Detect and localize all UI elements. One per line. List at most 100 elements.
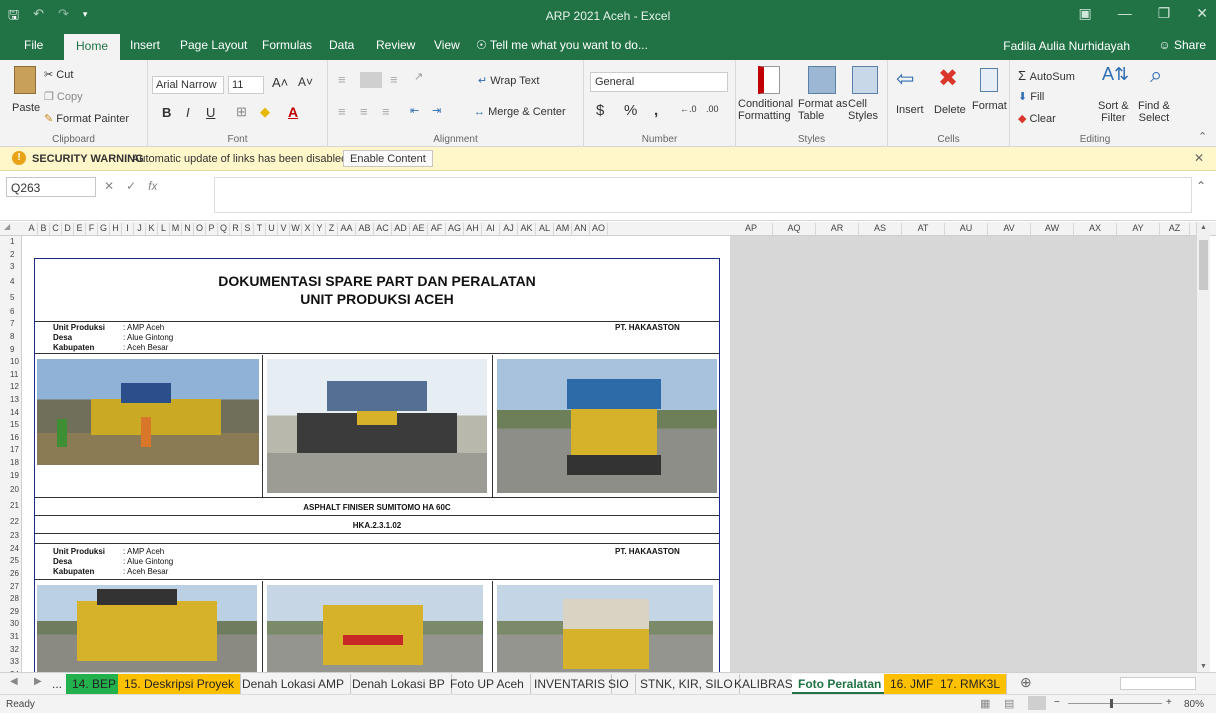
grow-font-icon[interactable]: A˄ xyxy=(272,75,288,90)
row-header[interactable]: 29 xyxy=(0,606,21,619)
column-header[interactable]: R xyxy=(230,223,242,235)
row-header[interactable]: 28 xyxy=(0,593,21,606)
decrease-indent-icon[interactable]: ⇤ xyxy=(410,104,419,117)
zoom-in-icon[interactable]: + xyxy=(1166,697,1172,708)
column-header[interactable]: AU xyxy=(945,223,988,235)
row-header[interactable]: 23 xyxy=(0,530,21,543)
increase-indent-icon[interactable]: ⇥ xyxy=(432,104,441,117)
column-header[interactable]: AA xyxy=(338,223,356,235)
cut-button[interactable]: ✂ Cut xyxy=(44,68,73,81)
row-header[interactable]: 15 xyxy=(0,419,21,432)
column-header[interactable]: G xyxy=(98,223,110,235)
paste-icon[interactable] xyxy=(14,66,36,94)
orientation-icon[interactable]: ↗ xyxy=(414,70,423,83)
row-header[interactable]: 27 xyxy=(0,581,21,594)
row-header[interactable]: 20 xyxy=(0,482,21,498)
column-header[interactable]: AY xyxy=(1117,223,1160,235)
row-header[interactable]: 6 xyxy=(0,306,21,319)
sheet-tab-sio[interactable]: SIO xyxy=(602,674,636,694)
row-header[interactable]: 10 xyxy=(0,356,21,369)
column-header[interactable]: H xyxy=(110,223,122,235)
shrink-font-icon[interactable]: A˅ xyxy=(298,75,313,89)
column-header[interactable]: O xyxy=(194,223,206,235)
column-header[interactable]: Y xyxy=(314,223,326,235)
increase-decimal-icon[interactable]: ←.0 xyxy=(680,104,697,114)
merge-center-button[interactable]: ↔ Merge & Center xyxy=(474,106,566,118)
align-bottom-icon[interactable]: ≡ xyxy=(390,72,398,87)
share-button[interactable]: ☺ Share xyxy=(1158,38,1206,52)
row-header[interactable]: 19 xyxy=(0,470,21,483)
column-header[interactable]: AM xyxy=(554,223,572,235)
column-header[interactable]: AV xyxy=(988,223,1031,235)
column-header[interactable]: P xyxy=(206,223,218,235)
column-header[interactable]: AH xyxy=(464,223,482,235)
column-header[interactable]: D xyxy=(62,223,74,235)
align-right-icon[interactable]: ≡ xyxy=(382,104,390,119)
row-header[interactable]: 31 xyxy=(0,631,21,644)
clear-button[interactable]: ◆ Clear xyxy=(1018,112,1056,125)
row-header[interactable]: 32 xyxy=(0,644,21,657)
column-header[interactable]: F xyxy=(86,223,98,235)
column-header[interactable]: AN xyxy=(572,223,590,235)
horizontal-scrollbar[interactable] xyxy=(1120,677,1196,690)
column-header[interactable]: J xyxy=(134,223,146,235)
zoom-out-icon[interactable]: − xyxy=(1054,697,1060,708)
column-header[interactable]: AL xyxy=(536,223,554,235)
scroll-thumb[interactable] xyxy=(1199,240,1208,290)
row-header[interactable]: 18 xyxy=(0,457,21,470)
row-header[interactable]: 26 xyxy=(0,568,21,581)
column-header[interactable]: Q xyxy=(218,223,230,235)
column-header[interactable]: T xyxy=(254,223,266,235)
align-middle-icon[interactable] xyxy=(360,72,382,88)
tab-page-layout[interactable]: Page Layout xyxy=(180,38,247,52)
column-header[interactable]: AJ xyxy=(500,223,518,235)
sheet-tab-bep[interactable]: 14. BEP xyxy=(66,674,124,694)
column-header[interactable]: AF xyxy=(428,223,446,235)
column-header[interactable]: S xyxy=(242,223,254,235)
column-header[interactable]: AW xyxy=(1031,223,1074,235)
enable-content-button[interactable]: Enable Content xyxy=(343,150,433,167)
close-icon[interactable]: ✕ xyxy=(1196,5,1208,22)
paste-button[interactable]: Paste xyxy=(12,102,40,114)
row-header[interactable]: 8 xyxy=(0,331,21,344)
column-header[interactable]: AR xyxy=(816,223,859,235)
insert-button[interactable]: Insert xyxy=(896,104,924,116)
select-all-icon[interactable]: ◢ xyxy=(4,222,10,231)
fill-color-icon[interactable]: ◆ xyxy=(260,104,270,120)
format-button[interactable]: Format xyxy=(972,100,1007,112)
tab-insert[interactable]: Insert xyxy=(130,38,160,52)
font-family-select[interactable]: Arial Narrow xyxy=(152,76,224,94)
row-header[interactable]: 1 xyxy=(0,236,21,249)
sheet-tab-denah-lokasi-bp[interactable]: Denah Lokasi BP xyxy=(346,674,452,694)
ribbon-display-icon[interactable]: ▣ xyxy=(1078,5,1091,22)
delete-button[interactable]: Delete xyxy=(934,104,966,116)
font-size-select[interactable]: 11 xyxy=(228,76,264,94)
row-header[interactable]: 3 xyxy=(0,261,21,274)
normal-view-icon[interactable]: ▦ xyxy=(980,697,990,710)
currency-icon[interactable]: $ xyxy=(596,102,604,119)
copy-button[interactable]: ❐ Copy xyxy=(44,90,83,103)
column-header[interactable]: N xyxy=(182,223,194,235)
align-center-icon[interactable]: ≡ xyxy=(360,104,368,119)
sheet-tab-inventaris[interactable]: INVENTARIS xyxy=(528,674,613,694)
align-top-icon[interactable]: ≡ xyxy=(338,72,346,87)
row-header[interactable]: 30 xyxy=(0,618,21,631)
borders-icon[interactable]: ⊞ xyxy=(236,104,247,120)
column-header[interactable]: E xyxy=(74,223,86,235)
column-header[interactable]: X xyxy=(302,223,314,235)
scroll-up-icon[interactable]: ▲ xyxy=(1200,224,1207,231)
row-header[interactable]: 7 xyxy=(0,318,21,331)
bold-icon[interactable]: B xyxy=(162,105,171,120)
row-header[interactable]: 25 xyxy=(0,555,21,568)
new-sheet-icon[interactable]: ⊕ xyxy=(1020,674,1032,691)
number-format-select[interactable]: General xyxy=(590,72,728,92)
prev-sheet-icon[interactable]: ◀ xyxy=(10,676,18,687)
sheet-tab-stnk-kir-silo[interactable]: STNK, KIR, SILO xyxy=(634,674,740,694)
column-header[interactable]: A xyxy=(26,223,38,235)
comma-icon[interactable]: , xyxy=(654,102,658,119)
sheet-tab-deskripsi-proyek[interactable]: 15. Deskripsi Proyek xyxy=(118,674,242,694)
column-header[interactable]: I xyxy=(122,223,134,235)
page-layout-view-icon[interactable]: ▤ xyxy=(1004,697,1014,710)
format-as-table-button[interactable]: Format as Table xyxy=(798,98,848,122)
column-header[interactable]: L xyxy=(158,223,170,235)
